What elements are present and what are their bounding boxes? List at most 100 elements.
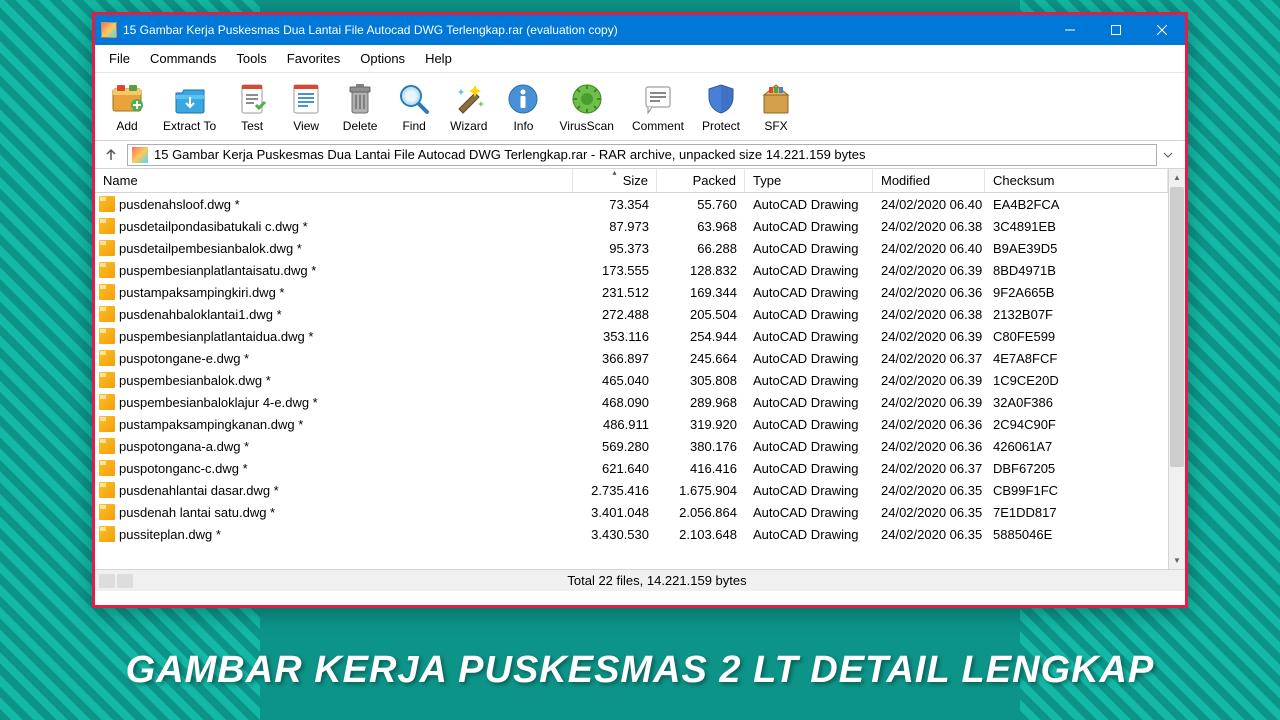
toolbar-label: Add bbox=[116, 119, 137, 133]
titlebar[interactable]: 15 Gambar Kerja Puskesmas Dua Lantai Fil… bbox=[95, 15, 1185, 45]
toolbar-protect-button[interactable]: Protect bbox=[696, 79, 746, 135]
maximize-button[interactable] bbox=[1093, 15, 1139, 45]
file-row[interactable]: pusdetailpembesianbalok.dwg *95.37366.28… bbox=[95, 237, 1168, 259]
column-type[interactable]: Type bbox=[745, 169, 873, 192]
vertical-scrollbar[interactable]: ▲ ▼ bbox=[1168, 169, 1185, 569]
column-size[interactable]: ▴Size bbox=[573, 169, 657, 192]
delete-icon bbox=[342, 81, 378, 117]
file-size: 272.488 bbox=[573, 307, 657, 322]
toolbar-extract-button[interactable]: Extract To bbox=[157, 79, 222, 135]
file-modified: 24/02/2020 06.38 bbox=[873, 307, 985, 322]
file-modified: 24/02/2020 06.35 bbox=[873, 483, 985, 498]
dwg-file-icon bbox=[99, 240, 115, 256]
comment-icon bbox=[640, 81, 676, 117]
file-type: AutoCAD Drawing bbox=[745, 527, 873, 542]
test-icon bbox=[234, 81, 270, 117]
menu-options[interactable]: Options bbox=[350, 47, 415, 70]
address-dropdown[interactable] bbox=[1163, 150, 1179, 160]
virusscan-icon bbox=[569, 81, 605, 117]
file-size: 465.040 bbox=[573, 373, 657, 388]
file-row[interactable]: pusdenah lantai satu.dwg *3.401.0482.056… bbox=[95, 501, 1168, 523]
wizard-icon bbox=[451, 81, 487, 117]
file-row[interactable]: puspotongane-e.dwg *366.897245.664AutoCA… bbox=[95, 347, 1168, 369]
scroll-up-button[interactable]: ▲ bbox=[1169, 169, 1185, 186]
menu-favorites[interactable]: Favorites bbox=[277, 47, 350, 70]
file-packed: 2.103.648 bbox=[657, 527, 745, 542]
dwg-file-icon bbox=[99, 284, 115, 300]
toolbar-label: Wizard bbox=[450, 119, 487, 133]
file-row[interactable]: pustampaksampingkiri.dwg *231.512169.344… bbox=[95, 281, 1168, 303]
file-type: AutoCAD Drawing bbox=[745, 351, 873, 366]
file-size: 621.640 bbox=[573, 461, 657, 476]
status-icon-disk[interactable] bbox=[99, 574, 115, 588]
toolbar-add-button[interactable]: Add bbox=[103, 79, 151, 135]
file-packed: 416.416 bbox=[657, 461, 745, 476]
minimize-button[interactable] bbox=[1047, 15, 1093, 45]
file-checksum: 4E7A8FCF bbox=[985, 351, 1168, 366]
menu-commands[interactable]: Commands bbox=[140, 47, 226, 70]
file-packed: 1.675.904 bbox=[657, 483, 745, 498]
file-size: 231.512 bbox=[573, 285, 657, 300]
toolbar-sfx-button[interactable]: SFX bbox=[752, 79, 800, 135]
info-icon bbox=[505, 81, 541, 117]
menubar: FileCommandsToolsFavoritesOptionsHelp bbox=[95, 45, 1185, 73]
file-type: AutoCAD Drawing bbox=[745, 197, 873, 212]
toolbar-find-button[interactable]: Find bbox=[390, 79, 438, 135]
file-row[interactable]: pusdenahlantai dasar.dwg *2.735.4161.675… bbox=[95, 479, 1168, 501]
up-button[interactable] bbox=[101, 145, 121, 165]
file-row[interactable]: pussiteplan.dwg *3.430.5302.103.648AutoC… bbox=[95, 523, 1168, 545]
file-name: puspembesianplatlantaisatu.dwg * bbox=[119, 263, 316, 278]
file-checksum: DBF67205 bbox=[985, 461, 1168, 476]
close-button[interactable] bbox=[1139, 15, 1185, 45]
scroll-down-button[interactable]: ▼ bbox=[1169, 552, 1185, 569]
toolbar-test-button[interactable]: Test bbox=[228, 79, 276, 135]
file-row[interactable]: puspembesianbalok.dwg *465.040305.808Aut… bbox=[95, 369, 1168, 391]
menu-help[interactable]: Help bbox=[415, 47, 462, 70]
file-packed: 55.760 bbox=[657, 197, 745, 212]
file-checksum: B9AE39D5 bbox=[985, 241, 1168, 256]
file-row[interactable]: pustampaksampingkanan.dwg *486.911319.92… bbox=[95, 413, 1168, 435]
file-size: 87.973 bbox=[573, 219, 657, 234]
file-checksum: 9F2A665B bbox=[985, 285, 1168, 300]
file-type: AutoCAD Drawing bbox=[745, 329, 873, 344]
toolbar-comment-button[interactable]: Comment bbox=[626, 79, 690, 135]
toolbar-view-button[interactable]: View bbox=[282, 79, 330, 135]
file-name: pustampaksampingkiri.dwg * bbox=[119, 285, 284, 300]
toolbar-delete-button[interactable]: Delete bbox=[336, 79, 384, 135]
menu-file[interactable]: File bbox=[99, 47, 140, 70]
file-row[interactable]: puspembesianplatlantaisatu.dwg *173.5551… bbox=[95, 259, 1168, 281]
toolbar-info-button[interactable]: Info bbox=[499, 79, 547, 135]
toolbar-label: Delete bbox=[343, 119, 378, 133]
file-row[interactable]: puspotongana-a.dwg *569.280380.176AutoCA… bbox=[95, 435, 1168, 457]
file-type: AutoCAD Drawing bbox=[745, 263, 873, 278]
file-type: AutoCAD Drawing bbox=[745, 417, 873, 432]
status-icon-lock[interactable] bbox=[117, 574, 133, 588]
toolbar-wizard-button[interactable]: Wizard bbox=[444, 79, 493, 135]
file-modified: 24/02/2020 06.35 bbox=[873, 527, 985, 542]
file-row[interactable]: pusdetailpondasibatukali c.dwg *87.97363… bbox=[95, 215, 1168, 237]
file-type: AutoCAD Drawing bbox=[745, 439, 873, 454]
file-modified: 24/02/2020 06.36 bbox=[873, 417, 985, 432]
file-row[interactable]: puspembesianbaloklajur 4-e.dwg *468.0902… bbox=[95, 391, 1168, 413]
menu-tools[interactable]: Tools bbox=[226, 47, 276, 70]
extract-icon bbox=[172, 81, 208, 117]
file-row[interactable]: puspotonganc-c.dwg *621.640416.416AutoCA… bbox=[95, 457, 1168, 479]
protect-icon bbox=[703, 81, 739, 117]
file-checksum: 2132B07F bbox=[985, 307, 1168, 322]
column-checksum[interactable]: Checksum bbox=[985, 169, 1168, 192]
file-row[interactable]: puspembesianplatlantaidua.dwg *353.11625… bbox=[95, 325, 1168, 347]
scrollbar-thumb[interactable] bbox=[1170, 187, 1184, 467]
file-modified: 24/02/2020 06.37 bbox=[873, 461, 985, 476]
file-packed: 254.944 bbox=[657, 329, 745, 344]
column-packed[interactable]: Packed bbox=[657, 169, 745, 192]
toolbar-virusscan-button[interactable]: VirusScan bbox=[553, 79, 619, 135]
toolbar-label: SFX bbox=[764, 119, 787, 133]
column-modified[interactable]: Modified bbox=[873, 169, 985, 192]
file-type: AutoCAD Drawing bbox=[745, 373, 873, 388]
addressbar: 15 Gambar Kerja Puskesmas Dua Lantai Fil… bbox=[95, 141, 1185, 169]
file-row[interactable]: pusdenahbaloklantai1.dwg *272.488205.504… bbox=[95, 303, 1168, 325]
file-row[interactable]: pusdenahsloof.dwg *73.35455.760AutoCAD D… bbox=[95, 193, 1168, 215]
dwg-file-icon bbox=[99, 328, 115, 344]
column-name[interactable]: Name bbox=[95, 169, 573, 192]
address-field[interactable]: 15 Gambar Kerja Puskesmas Dua Lantai Fil… bbox=[127, 144, 1157, 166]
